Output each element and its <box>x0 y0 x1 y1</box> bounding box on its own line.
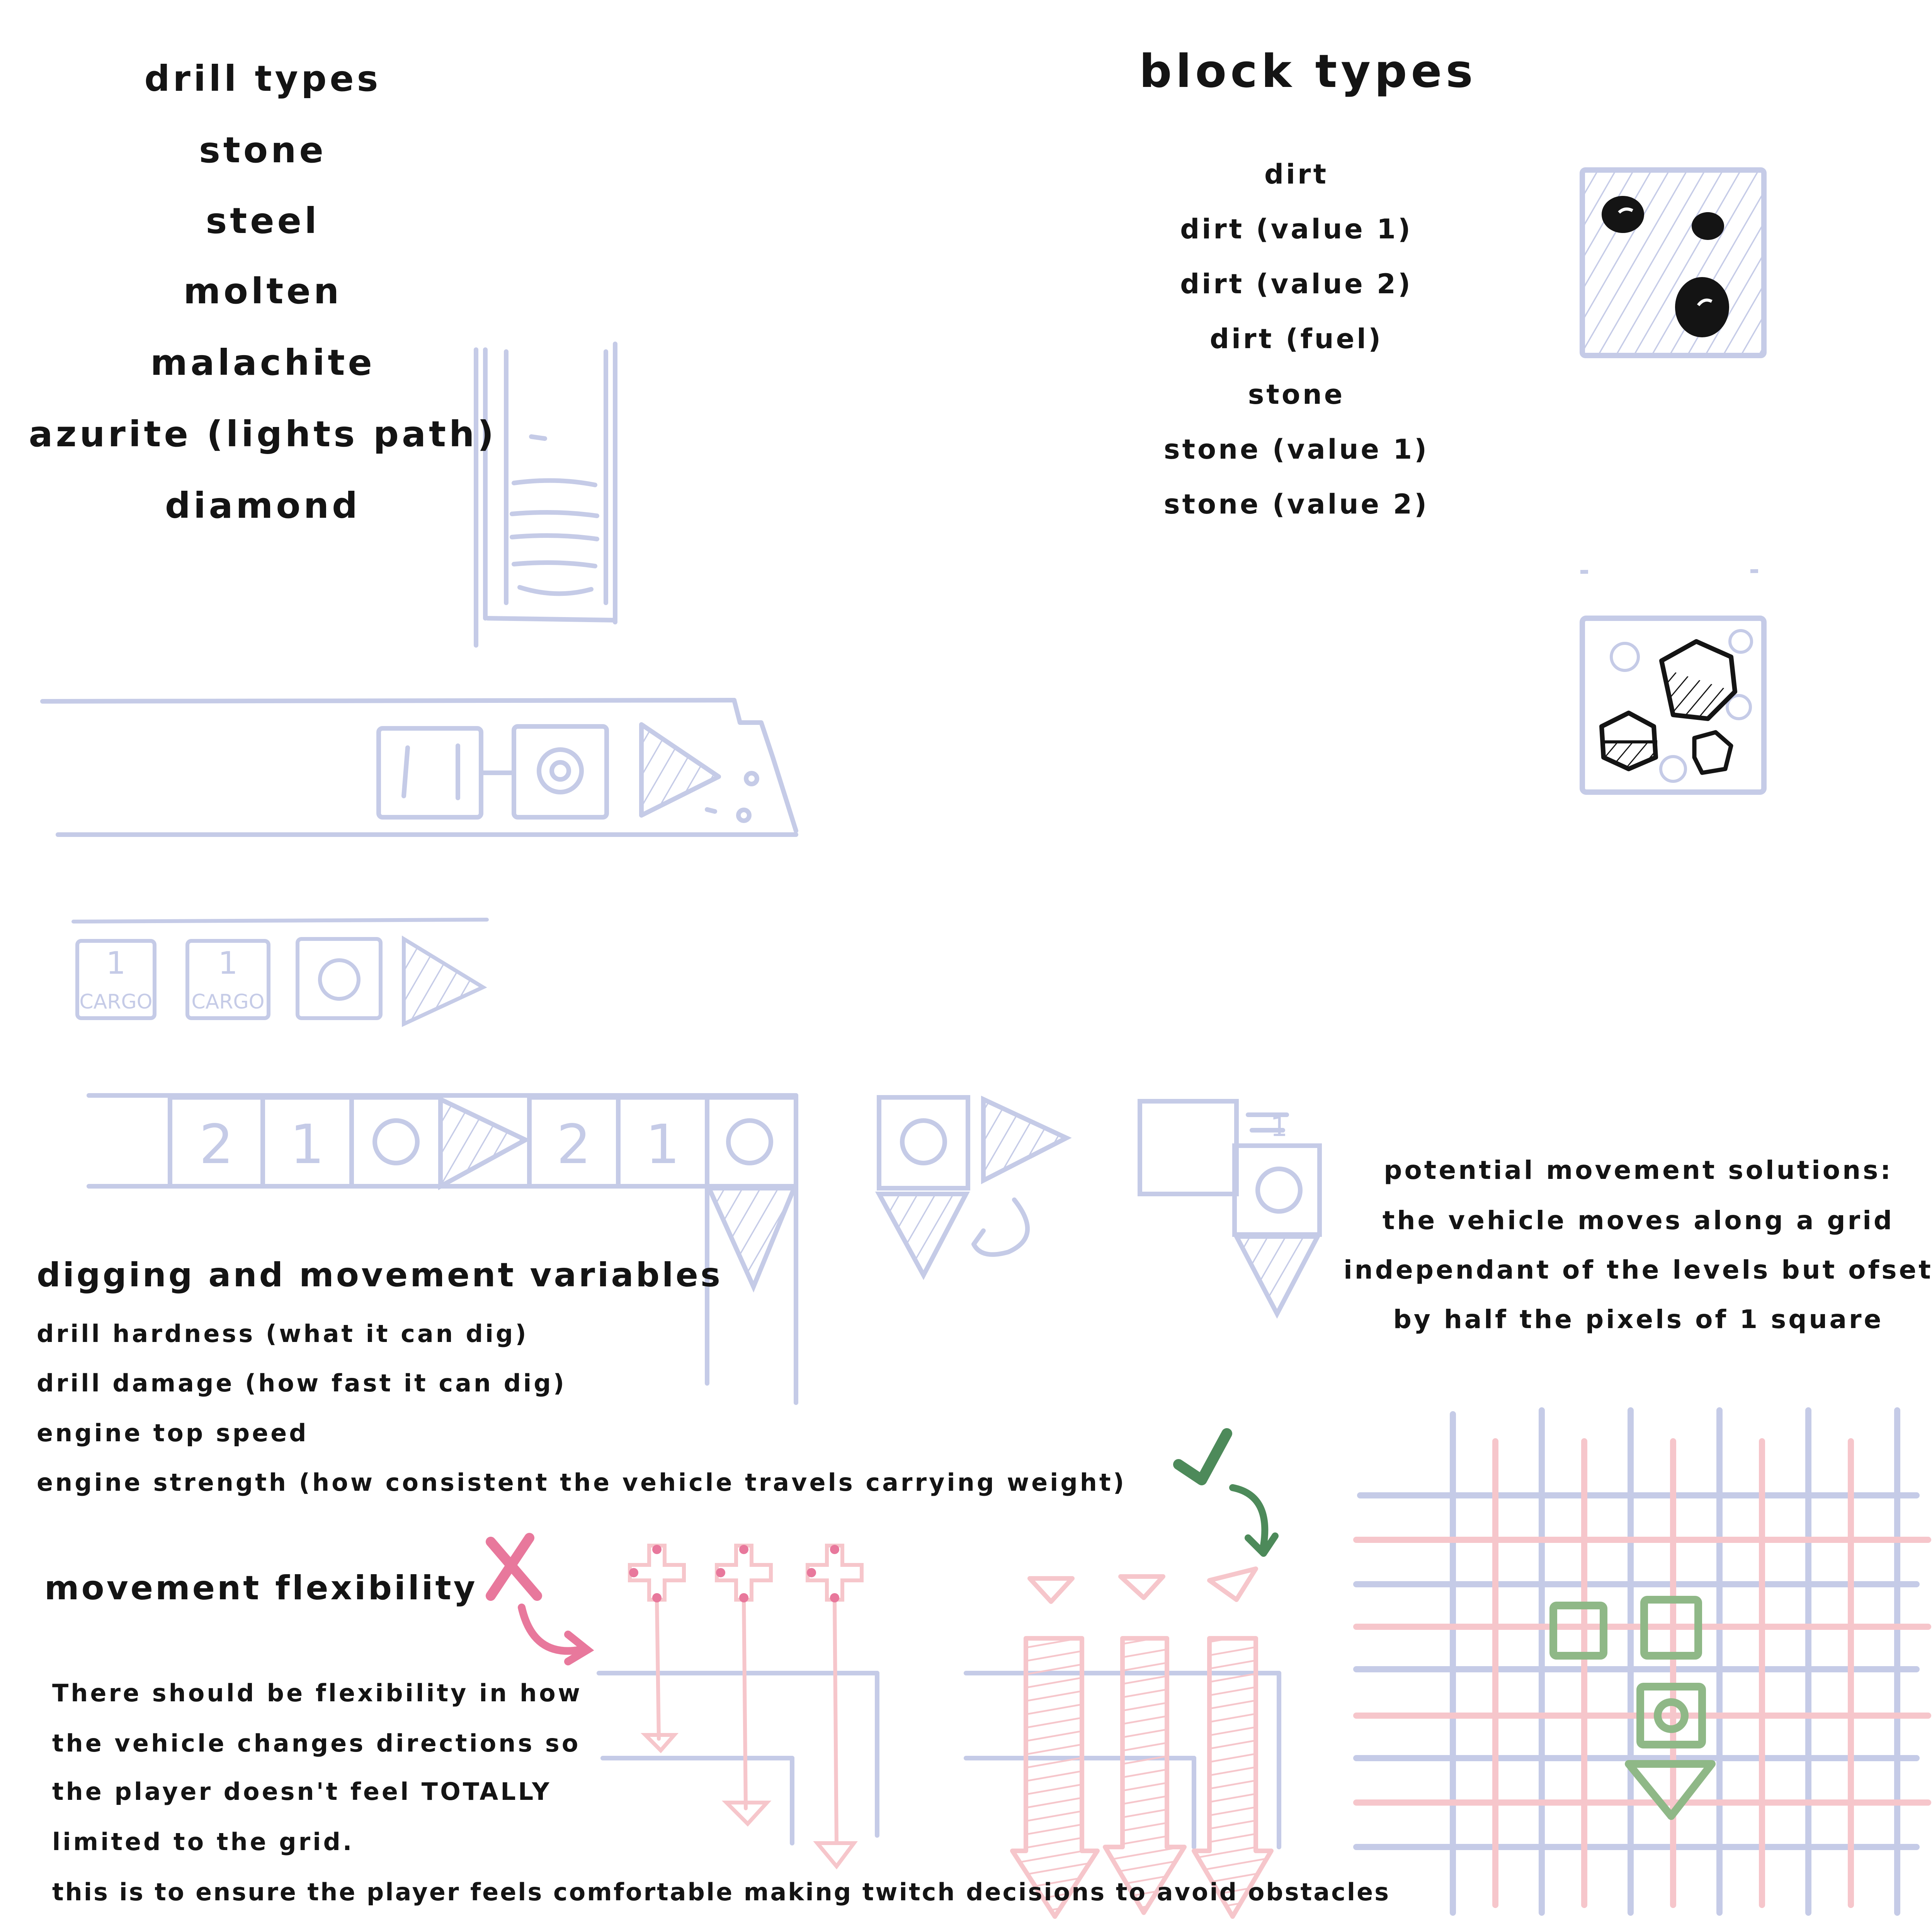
offset-drill-sketch <box>1138 1099 1322 1319</box>
block-types-heading: block types <box>1139 44 1477 98</box>
right-movement-example <box>964 1566 1281 1919</box>
vertical-drill-sketch <box>474 342 617 648</box>
solutions-line-4: by half the pixels of 1 square <box>1393 1304 1884 1334</box>
drill-type-malachite: malachite <box>150 342 375 383</box>
dirt-block-icon <box>1580 167 1767 358</box>
variable-drill-hardness: drill hardness (what it can dig) <box>37 1320 529 1348</box>
drill-type-stone: stone <box>199 129 327 171</box>
cargo-2-number: 1 <box>218 945 238 981</box>
train-cell-1: 2 <box>199 1113 233 1176</box>
stone-block-icon <box>1580 569 1767 795</box>
cargo-labels: 1 CARGO 1 CARGO <box>79 945 264 1014</box>
solutions-line-2: the vehicle moves along a grid <box>1382 1206 1895 1235</box>
solutions-line-1: potential movement solutions: <box>1384 1155 1893 1185</box>
block-type-dirt-fuel: dirt (fuel) <box>1209 323 1383 355</box>
variable-engine-strength: engine strength (how consistent the vehi… <box>37 1468 1126 1497</box>
variable-engine-top-speed: engine top speed <box>37 1419 309 1447</box>
block-type-dirt-value-2: dirt (value 2) <box>1180 268 1413 300</box>
cargo-1-word: CARGO <box>79 990 152 1014</box>
x-mark-icon <box>486 1533 594 1665</box>
flexibility-line-4: limited to the grid. <box>52 1828 354 1856</box>
flexibility-line-5: this is to ensure the player feels comfo… <box>52 1878 1391 1906</box>
train-cell-4: 1 <box>645 1113 680 1176</box>
drill-type-molten: molten <box>183 270 342 312</box>
horizontal-drill-tunnel <box>40 698 798 837</box>
drill-type-diamond: diamond <box>165 485 361 526</box>
check-mark-icon <box>1173 1428 1279 1557</box>
drill-type-azurite: azurite (lights path) <box>29 413 497 455</box>
digging-movement-heading: digging and movement variables <box>37 1256 723 1294</box>
cargo-1-number: 1 <box>106 945 126 981</box>
offset-drill-number: 1 <box>1270 1111 1288 1143</box>
turning-drill-sketch <box>875 1095 1072 1280</box>
long-train-corner-sketch <box>87 1093 798 1405</box>
block-type-dirt-value-1: dirt (value 1) <box>1180 213 1413 245</box>
flexibility-line-1: There should be flexibility in how <box>52 1679 582 1707</box>
drill-type-steel: steel <box>206 200 320 242</box>
flexibility-line-2: the vehicle changes directions so <box>52 1729 581 1757</box>
cargo-2-word: CARGO <box>191 990 264 1014</box>
offset-grid-diagram <box>1353 1407 1931 1916</box>
movement-flexibility-heading: movement flexibility <box>44 1569 478 1607</box>
wrong-movement-example <box>597 1544 879 1870</box>
train-cell-2: 1 <box>290 1113 324 1176</box>
drill-types-heading: drill types <box>144 58 381 99</box>
flexibility-line-3: the player doesn't feel TOTALLY <box>52 1777 552 1806</box>
train-cell-3: 2 <box>556 1113 591 1176</box>
block-type-stone-value-2: stone (value 2) <box>1163 488 1429 520</box>
variable-drill-damage: drill damage (how fast it can dig) <box>37 1369 566 1397</box>
solutions-line-3: independant of the levels but ofset <box>1344 1255 1932 1285</box>
block-type-dirt: dirt <box>1264 158 1329 190</box>
block-type-stone: stone <box>1248 379 1345 410</box>
block-type-stone-value-1: stone (value 1) <box>1163 434 1429 465</box>
